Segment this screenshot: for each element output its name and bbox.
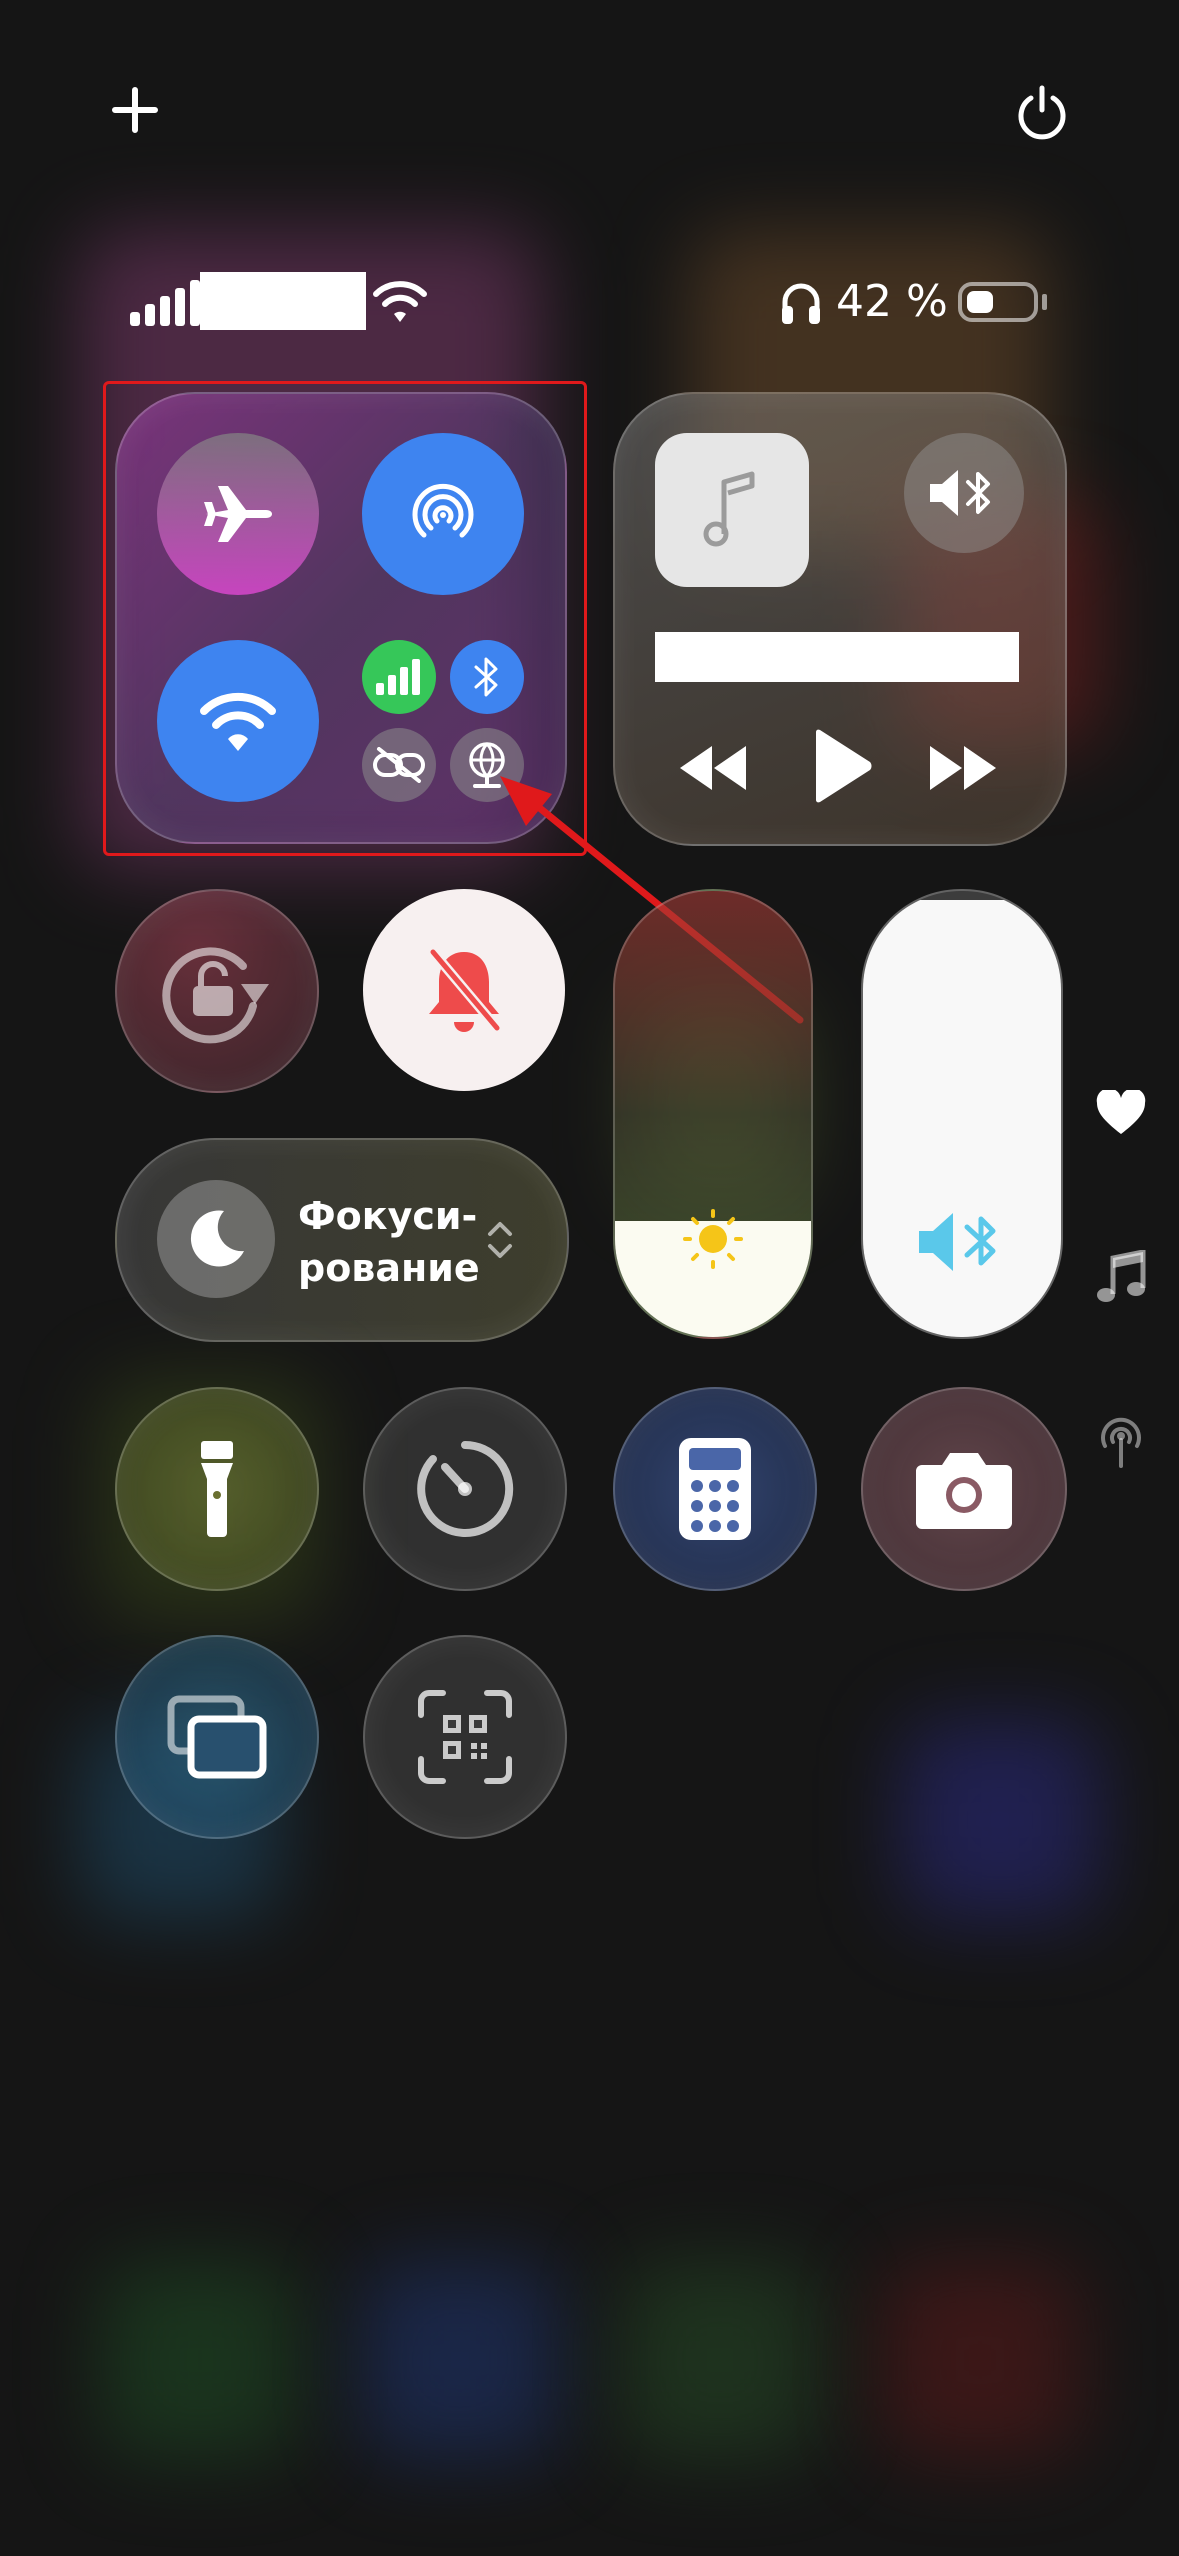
fast-forward-icon[interactable] bbox=[928, 740, 1000, 796]
timer-icon bbox=[417, 1440, 514, 1537]
moon-icon bbox=[190, 1210, 244, 1267]
brightness-slider[interactable] bbox=[613, 889, 813, 1339]
music-note-icon[interactable] bbox=[1095, 1250, 1147, 1306]
wifi-icon bbox=[373, 281, 427, 322]
cellular-data-icon bbox=[376, 659, 420, 695]
add-button[interactable] bbox=[105, 80, 165, 140]
focus-moon-button bbox=[157, 1180, 275, 1298]
broadcast-icon[interactable] bbox=[1093, 1414, 1149, 1468]
play-icon[interactable] bbox=[810, 728, 874, 804]
flashlight-icon bbox=[201, 1441, 233, 1537]
status-bar: 42 % bbox=[0, 260, 1179, 350]
speaker-bluetooth-icon bbox=[930, 470, 990, 516]
hotspot-link-icon bbox=[373, 747, 425, 783]
power-icon bbox=[1018, 85, 1066, 140]
airdrop-icon bbox=[412, 484, 474, 538]
wifi-toggle[interactable] bbox=[157, 640, 319, 802]
calculator-icon bbox=[679, 1438, 751, 1540]
wifi-icon bbox=[200, 692, 276, 751]
battery-level-fill bbox=[967, 291, 993, 313]
personal-hotspot-toggle[interactable] bbox=[362, 728, 436, 802]
bluetooth-toggle[interactable] bbox=[450, 640, 524, 714]
silent-mode-toggle[interactable] bbox=[363, 889, 565, 1091]
flashlight-button[interactable] bbox=[115, 1387, 319, 1591]
orientation-lock-toggle[interactable] bbox=[115, 889, 319, 1093]
qr-code-scanner-button[interactable] bbox=[363, 1635, 567, 1839]
battery-icon bbox=[958, 282, 1038, 322]
screen-mirroring-icon bbox=[167, 1695, 267, 1779]
carrier-name-redacted bbox=[200, 272, 366, 330]
music-note-icon bbox=[703, 471, 755, 547]
screen-mirroring-button[interactable] bbox=[115, 1635, 319, 1839]
camera-icon bbox=[916, 1453, 1012, 1529]
timer-button[interactable] bbox=[363, 1387, 567, 1591]
chevron-up-down-icon bbox=[488, 1222, 512, 1258]
audio-output-button[interactable] bbox=[904, 433, 1024, 553]
speaker-bluetooth-icon bbox=[919, 1213, 996, 1271]
bell-slash-icon bbox=[428, 947, 502, 1033]
airdrop-toggle[interactable] bbox=[362, 433, 524, 595]
bluetooth-icon bbox=[474, 657, 498, 697]
heart-icon[interactable] bbox=[1095, 1090, 1147, 1136]
qr-code-scanner-icon bbox=[418, 1690, 512, 1784]
track-title-redacted bbox=[655, 632, 1019, 682]
sun-icon bbox=[683, 1209, 743, 1269]
power-button[interactable] bbox=[1012, 80, 1072, 140]
rotation-lock-icon bbox=[162, 947, 269, 1044]
headphones-icon bbox=[782, 283, 820, 324]
airplane-mode-toggle[interactable] bbox=[157, 433, 319, 595]
focus-label: Фокуси- рование bbox=[298, 1194, 480, 1290]
camera-button[interactable] bbox=[861, 1387, 1067, 1591]
battery-percentage: 42 % bbox=[836, 276, 948, 327]
album-artwork[interactable] bbox=[655, 433, 809, 587]
volume-slider[interactable] bbox=[861, 889, 1063, 1339]
cellular-data-toggle[interactable] bbox=[362, 640, 436, 714]
cellular-signal-icon bbox=[130, 280, 200, 326]
rewind-icon[interactable] bbox=[676, 740, 748, 796]
calculator-button[interactable] bbox=[613, 1387, 817, 1591]
airplane-icon bbox=[204, 486, 272, 542]
plus-icon bbox=[112, 87, 158, 133]
